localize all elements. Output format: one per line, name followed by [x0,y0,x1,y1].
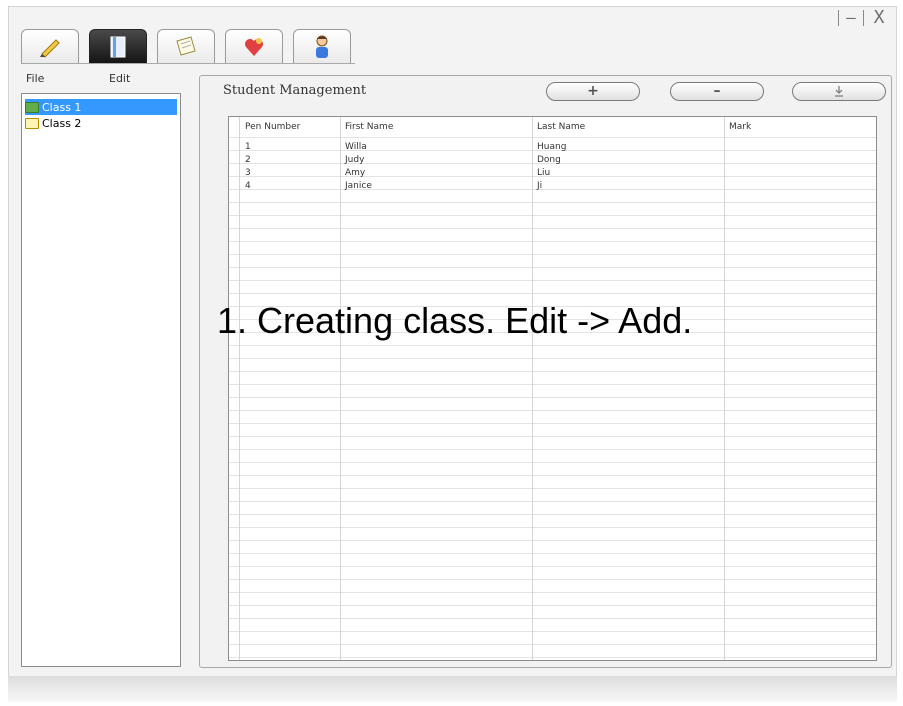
row-divider [229,449,876,450]
column-header-last-name[interactable]: Last Name [537,122,585,132]
cell-pen-number: 3 [245,168,251,178]
student-icon [316,35,328,58]
row-divider [229,514,876,515]
cell-pen-number: 1 [245,142,251,152]
column-divider [724,117,725,660]
download-button[interactable] [792,82,886,101]
row-divider [229,605,876,606]
row-divider [229,397,876,398]
table-row[interactable]: 2 Judy Dong [229,155,876,168]
tree-item-class-2[interactable]: Class 2 [25,115,177,131]
table-row[interactable]: 3 Amy Liu [229,168,876,181]
cell-pen-number: 2 [245,155,251,165]
table-row[interactable]: 4 Janice Ji [229,181,876,194]
row-divider [229,540,876,541]
row-divider [229,371,876,372]
column-divider [532,117,533,660]
row-divider [229,280,876,281]
close-button[interactable]: X [869,8,889,28]
cell-last-name: Huang [537,142,567,152]
row-divider [229,501,876,502]
row-divider [229,215,876,216]
tab-heart[interactable] [225,29,283,63]
title-divider [838,10,839,26]
download-icon [835,86,843,97]
tab-pencil[interactable] [21,29,79,63]
notepad-icon [176,35,196,56]
column-divider [239,117,240,660]
menu-file[interactable]: File [26,72,44,85]
column-header-pen-number[interactable]: Pen Number [245,122,300,132]
cell-first-name: Willa [345,142,367,152]
folder-icon [25,101,39,113]
column-header-first-name[interactable]: First Name [345,122,393,132]
heart-icon [245,37,263,56]
row-divider [229,644,876,645]
toolbar-divider [21,63,355,64]
row-divider [229,254,876,255]
row-divider [229,527,876,528]
tree-item-class-1[interactable]: Class 1 [25,99,177,115]
row-divider [229,202,876,203]
row-divider [229,228,876,229]
row-divider [229,631,876,632]
row-divider [229,488,876,489]
table-row[interactable]: 1 Willa Huang [229,142,876,155]
tree-item-label: Class 2 [42,116,82,130]
folder-icon [25,117,39,129]
row-divider [229,566,876,567]
row-divider [229,410,876,411]
row-divider [229,423,876,424]
title-divider [863,10,864,26]
tree-item-label: Class 1 [42,100,82,114]
row-divider [229,358,876,359]
cell-first-name: Janice [345,181,372,191]
instruction-caption: 1. Creating class. Edit -> Add. [217,300,693,341]
student-table: Pen Number First Name Last Name Mark 1 W… [228,116,877,661]
title-bar: – X [9,7,896,31]
row-divider [229,618,876,619]
student-management-panel: Student Management + – Pen Number First … [199,75,892,668]
row-divider [229,345,876,346]
cell-last-name: Liu [537,168,551,178]
cell-last-name: Dong [537,155,561,165]
class-tree: Class 1 Class 2 [21,93,181,667]
panel-title: Student Management [223,83,367,98]
cell-last-name: Ji [537,181,543,191]
book-icon [110,36,126,57]
cell-pen-number: 4 [245,181,251,191]
remove-button[interactable]: – [670,82,764,101]
add-button[interactable]: + [546,82,640,101]
tab-student[interactable] [293,29,351,63]
tab-notepad[interactable] [157,29,215,63]
status-bar [8,676,897,702]
row-divider [229,384,876,385]
row-divider [229,293,876,294]
row-divider [229,462,876,463]
row-divider [229,579,876,580]
row-divider [229,475,876,476]
cell-first-name: Judy [345,155,365,165]
column-divider [340,117,341,660]
minimize-button[interactable]: – [841,8,861,28]
row-divider [229,436,876,437]
row-divider [229,657,876,658]
tab-book[interactable] [89,29,147,63]
row-divider [229,267,876,268]
row-divider [229,137,876,138]
column-header-mark[interactable]: Mark [729,122,751,132]
row-divider [229,553,876,554]
cell-first-name: Amy [345,168,366,178]
row-divider [229,592,876,593]
pencil-icon [40,38,60,58]
menu-edit[interactable]: Edit [109,72,130,85]
row-divider [229,241,876,242]
